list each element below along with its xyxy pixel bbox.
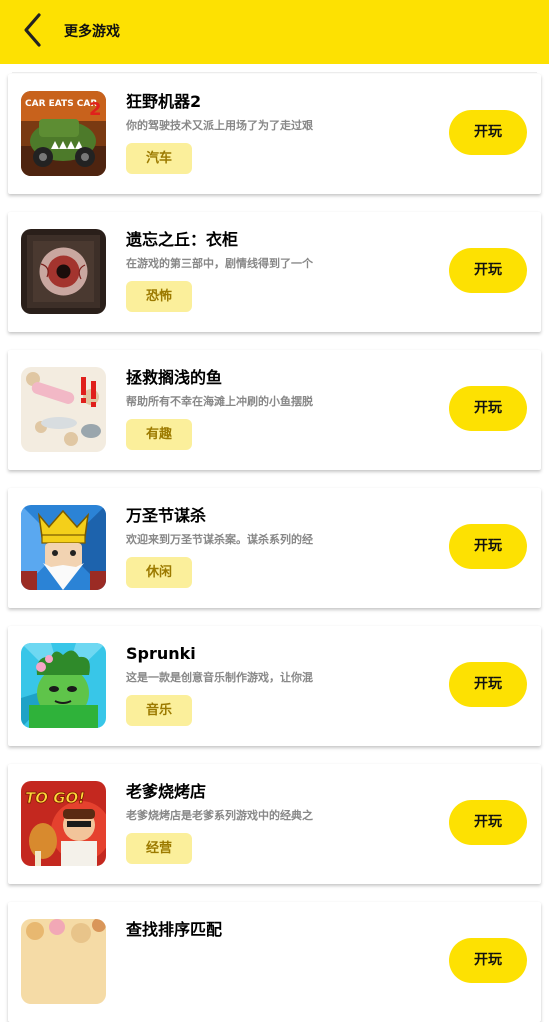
play-button[interactable]: 开玩 (449, 386, 527, 431)
stranded-fish-thumbnail[interactable] (21, 367, 106, 452)
play-button[interactable]: 开玩 (449, 248, 527, 293)
game-card[interactable]: TO GO! 老爹烧烤店 老爹烧烤店是老爹系列游戏中的经典之 经营 开玩 (8, 764, 541, 884)
game-title: Sprunki (126, 644, 196, 663)
eyeball-thumbnail[interactable] (21, 229, 106, 314)
game-description: 在游戏的第三部中，剧情线得到了一个 (126, 257, 313, 270)
play-button[interactable]: 开玩 (449, 938, 527, 983)
game-title: 万圣节谋杀 (126, 506, 207, 525)
svg-text:TO GO!: TO GO! (25, 789, 85, 807)
category-tag: 休闲 (126, 557, 192, 588)
game-title: 狂野机器2 (126, 92, 202, 111)
category-tag: 汽车 (126, 143, 192, 174)
game-title: 查找排序匹配 (126, 920, 223, 939)
game-title: 老爹烧烤店 (126, 782, 207, 801)
game-card[interactable]: 查找排序匹配 开玩 (8, 902, 541, 1022)
svg-text:CAR EATS CAR: CAR EATS CAR (25, 99, 97, 109)
sprunki-thumbnail[interactable] (21, 643, 106, 728)
svg-text:2: 2 (89, 99, 102, 120)
game-description: 老爹烧烤店是老爹系列游戏中的经典之 (126, 809, 313, 822)
game-card[interactable]: 遗忘之丘：衣柜 在游戏的第三部中，剧情线得到了一个 恐怖 开玩 (8, 212, 541, 332)
king-thumbnail[interactable] (21, 505, 106, 590)
game-title: 遗忘之丘：衣柜 (126, 230, 239, 249)
back-button[interactable] (12, 12, 52, 52)
page-title: 更多游戏 (64, 24, 120, 40)
play-button[interactable]: 开玩 (449, 800, 527, 845)
game-description: 你的驾驶技术又派上用场了为了走过艰 (126, 119, 313, 132)
sort-match-thumbnail[interactable] (21, 919, 106, 1004)
category-tag: 恐怖 (126, 281, 192, 312)
game-card[interactable]: 万圣节谋杀 欢迎来到万圣节谋杀案。谋杀系列的经 休闲 开玩 (8, 488, 541, 608)
category-tag: 有趣 (126, 419, 192, 450)
category-tag: 经营 (126, 833, 192, 864)
top-bar: 更多游戏 (0, 0, 549, 64)
game-card[interactable]: 拯救搁浅的鱼 帮助所有不幸在海滩上冲刷的小鱼摆脱 有趣 开玩 (8, 350, 541, 470)
divider (12, 72, 537, 73)
game-description: 帮助所有不幸在海滩上冲刷的小鱼摆脱 (126, 395, 313, 408)
game-card[interactable]: Sprunki 这是一款是创意音乐制作游戏，让你混 音乐 开玩 (8, 626, 541, 746)
play-button[interactable]: 开玩 (449, 110, 527, 155)
play-button[interactable]: 开玩 (449, 662, 527, 707)
game-title: 拯救搁浅的鱼 (126, 368, 223, 387)
game-description: 欢迎来到万圣节谋杀案。谋杀系列的经 (126, 533, 313, 546)
game-description: 这是一款是创意音乐制作游戏，让你混 (126, 671, 313, 684)
play-button[interactable]: 开玩 (449, 524, 527, 569)
game-card[interactable]: CAR EATS CAR 2 狂野机器2 你的驾驶技术又派上用场了为了走过艰 汽… (8, 74, 541, 194)
category-tag: 音乐 (126, 695, 192, 726)
papa-togo-thumbnail[interactable]: TO GO! (21, 781, 106, 866)
car-eats-car-thumbnail[interactable]: CAR EATS CAR 2 (21, 91, 106, 176)
chevron-left-icon (21, 12, 43, 52)
